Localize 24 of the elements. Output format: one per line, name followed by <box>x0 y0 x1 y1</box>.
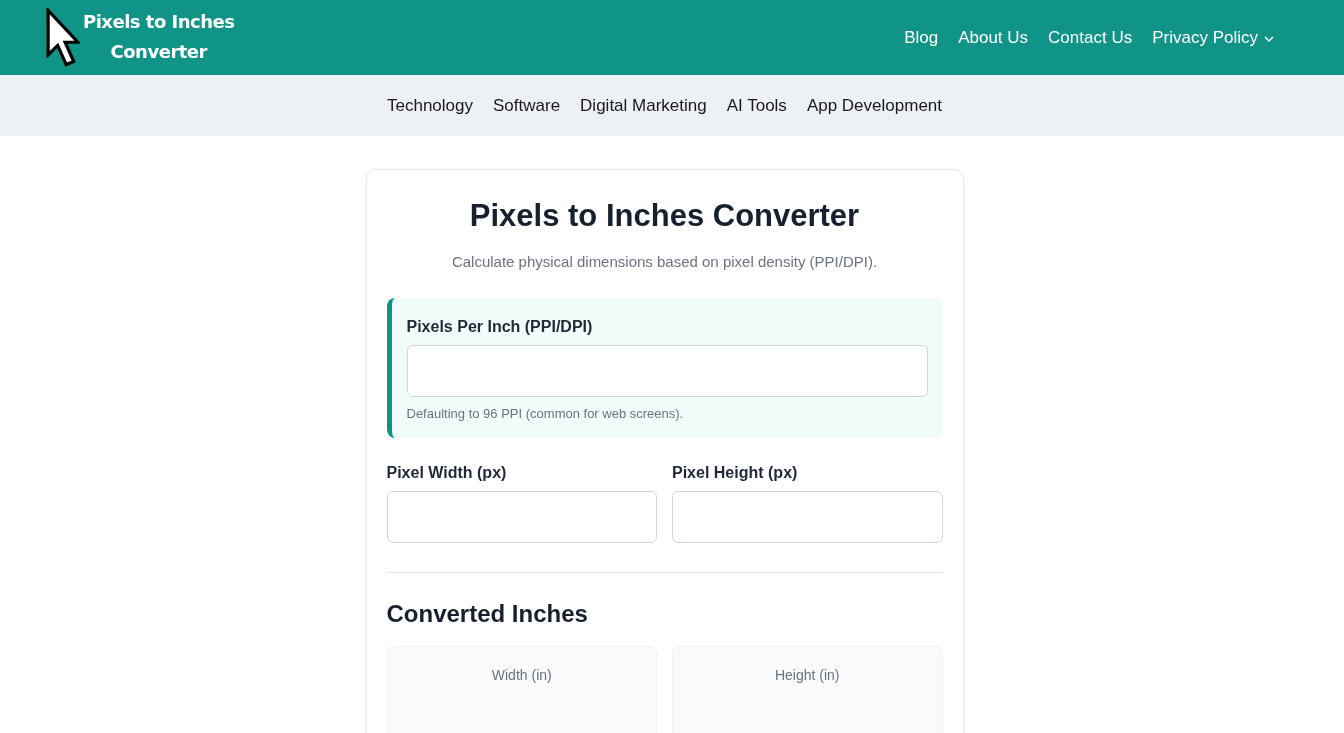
page-subtitle: Calculate physical dimensions based on pixel density (PPI/DPI). <box>450 252 879 272</box>
cursor-arrow-icon <box>46 7 80 68</box>
field-label: Pixel Height (px) <box>672 463 799 483</box>
page-title: Pixels to Inches Converter <box>468 197 861 235</box>
nav-link[interactable]: About Us <box>958 27 1029 48</box>
nav-link[interactable]: Contact Us <box>1048 27 1133 48</box>
field-label: Pixel Width (px) <box>386 463 508 483</box>
category-link[interactable]: Technology <box>387 95 473 116</box>
result-label: Width (in) <box>491 666 552 684</box>
nav-link[interactable]: Blog <box>904 27 939 48</box>
category-link[interactable]: Digital Marketing <box>580 95 707 116</box>
category-link[interactable]: Software <box>493 95 561 116</box>
category-link[interactable]: App Development <box>806 95 942 116</box>
result-label: Height (in) <box>774 666 840 684</box>
input-field[interactable] <box>672 491 943 543</box>
input-field[interactable] <box>386 491 657 543</box>
nav-link[interactable]: Privacy Policy <box>1152 27 1274 48</box>
input-field[interactable] <box>406 345 928 397</box>
chevron-down-icon <box>1264 35 1274 42</box>
field-label: Pixels Per Inch (PPI/DPI) <box>406 317 594 337</box>
hint-text: Defaulting to 96 PPI (common for web screens). <box>406 406 685 422</box>
category-link[interactable]: AI Tools <box>726 95 787 116</box>
site-logo[interactable]: Pixels to Inches Converter <box>46 7 235 68</box>
section-heading: Converted Inches <box>386 599 589 629</box>
